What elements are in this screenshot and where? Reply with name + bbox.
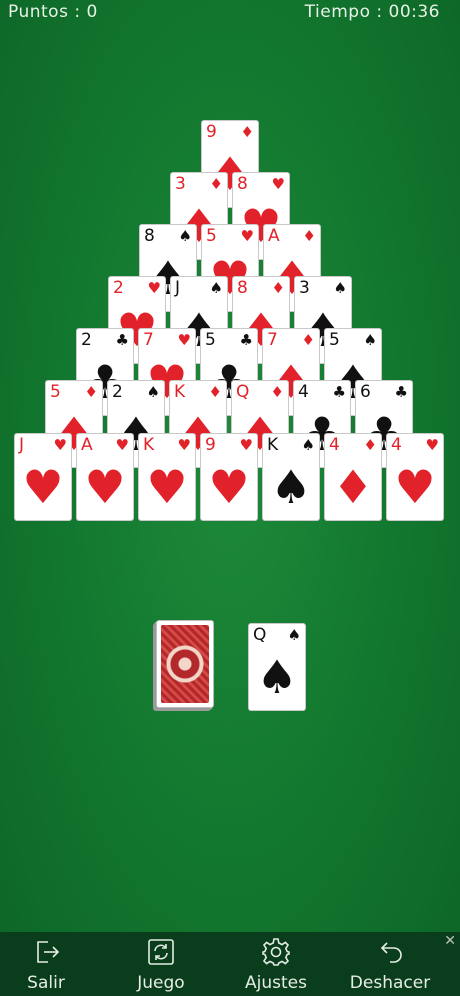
- card-suit-small: ♥: [53, 436, 67, 454]
- card-rank: 2: [112, 382, 123, 402]
- card-rank: 4: [298, 382, 309, 402]
- waste-card[interactable]: Q ♠ ♠: [248, 623, 306, 711]
- card-rank: 8: [237, 278, 248, 298]
- card-suit-large: ♥: [394, 460, 436, 514]
- card-rank: 8: [237, 174, 248, 194]
- card-suit-large: ♠: [256, 650, 298, 704]
- pyramid-card[interactable]: 4 ♥ ♥: [386, 433, 444, 521]
- card-suit-small: ♥: [240, 227, 254, 245]
- card-suit-small: ♦: [270, 383, 284, 401]
- card-suit-small: ♦: [208, 383, 222, 401]
- card-suit-small: ♠: [363, 331, 377, 349]
- pyramid-card[interactable]: A ♥ ♥: [76, 433, 134, 521]
- card-suit-small: ♥: [177, 331, 191, 349]
- card-rank: 4: [329, 435, 340, 455]
- exit-icon: [1, 932, 91, 972]
- card-suit-small: ♦: [302, 227, 316, 245]
- pyramid-card[interactable]: K ♥ ♥: [138, 433, 196, 521]
- card-rank: K: [267, 435, 279, 455]
- undo-label: Deshacer: [349, 973, 431, 993]
- card-rank: 2: [81, 330, 92, 350]
- card-suit-small: ♣: [239, 331, 253, 349]
- settings-label: Ajustes: [245, 973, 307, 993]
- pyramid-card[interactable]: J ♥ ♥: [14, 433, 72, 521]
- card-rank: J: [19, 435, 25, 455]
- card-suit-small: ♦: [209, 175, 223, 193]
- card-suit-small: ♥: [239, 436, 253, 454]
- bottom-toolbar: Salir Juego Ajustes Deshacer ✕: [0, 932, 460, 996]
- pyramid-card[interactable]: 4 ♦ ♦: [324, 433, 382, 521]
- card-suit-small: ♣: [332, 383, 346, 401]
- timer-display: Tiempo : 00:36: [304, 2, 440, 22]
- card-rank: 2: [113, 278, 124, 298]
- card-suit-small: ♦: [301, 331, 315, 349]
- stock-pile[interactable]: [156, 620, 214, 708]
- card-rank: 4: [391, 435, 402, 455]
- card-suit-large: ♥: [84, 460, 126, 514]
- card-suit-large: ♥: [146, 460, 188, 514]
- pyramid-card[interactable]: K ♠ ♠: [262, 433, 320, 521]
- gear-icon: [231, 932, 321, 972]
- card-suit-large: ♦: [332, 460, 374, 514]
- card-suit-large: ♥: [22, 460, 64, 514]
- card-rank: 8: [144, 226, 155, 246]
- card-rank: 5: [206, 226, 217, 246]
- undo-icon: [345, 932, 435, 972]
- card-suit-small: ♦: [363, 436, 377, 454]
- card-suit-small: ♠: [146, 383, 160, 401]
- game-label: Juego: [137, 973, 185, 993]
- card-rank: Q: [253, 625, 267, 645]
- card-rank: 9: [205, 435, 216, 455]
- card-rank: A: [81, 435, 93, 455]
- card-suit-small: ♠: [178, 227, 192, 245]
- card-suit-small: ♣: [394, 383, 408, 401]
- card-suit-small: ♠: [287, 626, 301, 644]
- card-rank: 7: [143, 330, 154, 350]
- card-rank: 5: [329, 330, 340, 350]
- card-rank: 3: [175, 174, 186, 194]
- refresh-icon: [116, 932, 206, 972]
- card-suit-small: ♥: [271, 175, 285, 193]
- game-button[interactable]: Juego: [116, 932, 206, 996]
- card-rank: 6: [360, 382, 371, 402]
- card-back-pattern: [161, 625, 209, 703]
- card-rank: 5: [205, 330, 216, 350]
- card-rank: 9: [206, 122, 217, 142]
- card-suit-large: ♠: [270, 460, 312, 514]
- score-display: Puntos : 0: [8, 2, 98, 22]
- card-suit-small: ♥: [177, 436, 191, 454]
- pyramid-card[interactable]: 9 ♥ ♥: [200, 433, 258, 521]
- card-rank: J: [175, 278, 181, 298]
- card-rank: K: [143, 435, 155, 455]
- card-suit-small: ♠: [301, 436, 315, 454]
- card-suit-small: ♠: [209, 279, 223, 297]
- card-suit-small: ♥: [147, 279, 161, 297]
- card-rank: K: [174, 382, 186, 402]
- card-rank: 5: [50, 382, 61, 402]
- card-suit-small: ♣: [115, 331, 129, 349]
- settings-button[interactable]: Ajustes: [231, 932, 321, 996]
- close-icon[interactable]: ✕: [444, 934, 456, 948]
- card-suit-small: ♦: [240, 123, 254, 141]
- card-suit-small: ♥: [425, 436, 439, 454]
- undo-button[interactable]: Deshacer: [345, 932, 435, 996]
- card-rank: 3: [299, 278, 310, 298]
- card-suit-small: ♦: [84, 383, 98, 401]
- card-suit-small: ♥: [115, 436, 129, 454]
- card-rank: A: [268, 226, 280, 246]
- exit-label: Salir: [27, 973, 65, 993]
- card-rank: Q: [236, 382, 250, 402]
- card-rank: 7: [267, 330, 278, 350]
- card-suit-small: ♠: [333, 279, 347, 297]
- card-suit-small: ♦: [271, 279, 285, 297]
- exit-button[interactable]: Salir: [1, 932, 91, 996]
- card-suit-large: ♥: [208, 460, 250, 514]
